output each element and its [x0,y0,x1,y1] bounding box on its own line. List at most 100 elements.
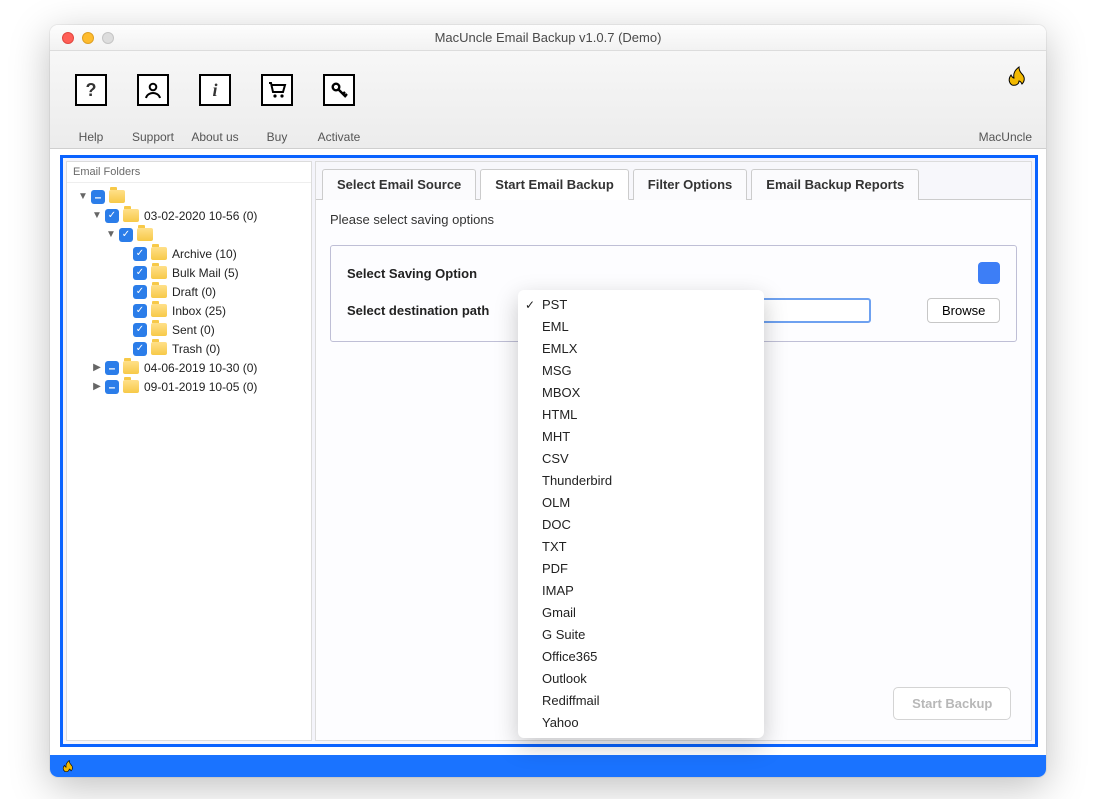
dropdown-option[interactable]: Thunderbird [518,470,764,492]
checkbox-checked-icon[interactable] [133,323,147,337]
brand-logo-small-icon [60,758,76,774]
tab-label: Email Backup Reports [766,177,904,192]
dropdown-option[interactable]: MSG [518,360,764,382]
chevron-down-icon[interactable]: ▼ [77,191,89,203]
dropdown-option[interactable]: IMAP [518,580,764,602]
tab-label: Start Email Backup [495,177,614,192]
panel-prompt: Please select saving options [330,212,1017,227]
dropdown-option[interactable]: PDF [518,558,764,580]
checkbox-checked-icon[interactable] [133,304,147,318]
tree-item-sent[interactable]: Sent (0) [69,320,311,339]
dropdown-option[interactable]: MHT [518,426,764,448]
folder-icon [151,285,167,298]
tree-item-backup3[interactable]: ▶ 09-01-2019 10-05 (0) [69,377,311,396]
tab-label: Filter Options [648,177,733,192]
checkbox-checked-icon[interactable] [133,285,147,299]
saving-option-dropdown[interactable]: PSTEMLEMLXMSGMBOXHTMLMHTCSVThunderbirdOL… [518,290,764,738]
dropdown-option[interactable]: CSV [518,448,764,470]
tree-label: Draft (0) [172,285,216,299]
toolbar-support[interactable]: Support [122,74,184,144]
tree-item-trash[interactable]: Trash (0) [69,339,311,358]
tab-label: Select Email Source [337,177,461,192]
toolbar-activate[interactable]: Activate [308,74,370,144]
tree-item-bulk[interactable]: Bulk Mail (5) [69,263,311,282]
checkbox-checked-icon[interactable] [105,209,119,223]
tree-item-backup2[interactable]: ▶ 04-06-2019 10-30 (0) [69,358,311,377]
toolbar-help[interactable]: ? Help [60,74,122,144]
collapse-icon[interactable] [105,380,119,394]
toolbar-buy[interactable]: Buy [246,74,308,144]
tab-select-source[interactable]: Select Email Source [322,169,476,200]
tab-start-backup[interactable]: Start Email Backup [480,169,629,200]
dropdown-option[interactable]: PST [518,294,764,316]
tree-label: Archive (10) [172,247,237,261]
folder-icon [151,323,167,336]
tree-item-archive[interactable]: Archive (10) [69,244,311,263]
browse-button[interactable]: Browse [927,298,1000,323]
folder-icon [151,342,167,355]
dropdown-option[interactable]: EMLX [518,338,764,360]
close-window-button[interactable] [62,32,74,44]
brand-logo-icon [1004,63,1030,89]
dropdown-option[interactable]: G Suite [518,624,764,646]
tab-filter-options[interactable]: Filter Options [633,169,748,200]
tree-label: Bulk Mail (5) [172,266,239,280]
sidebar-header: Email Folders [67,162,311,183]
folder-icon [151,266,167,279]
toolbar-buy-label: Buy [267,130,288,144]
traffic-lights [50,32,114,44]
toolbar-about-label: About us [191,130,238,144]
tree-label: Trash (0) [172,342,220,356]
tree-item-draft[interactable]: Draft (0) [69,282,311,301]
start-backup-button[interactable]: Start Backup [893,687,1011,720]
dropdown-option[interactable]: Outlook [518,668,764,690]
dropdown-option[interactable]: HTML [518,404,764,426]
dropdown-option[interactable]: EML [518,316,764,338]
chevron-down-icon[interactable]: ▼ [105,229,117,241]
cart-icon [261,74,293,106]
tree-item-backup1[interactable]: ▼ 03-02-2020 10-56 (0) [69,206,311,225]
minimize-window-button[interactable] [82,32,94,44]
tab-reports[interactable]: Email Backup Reports [751,169,919,200]
help-icon: ? [75,74,107,106]
chevron-right-icon[interactable]: ▶ [91,362,103,374]
collapse-icon[interactable] [105,361,119,375]
chevron-right-icon[interactable]: ▶ [91,381,103,393]
dropdown-option[interactable]: Gmail [518,602,764,624]
folder-icon [123,361,139,374]
window-title: MacUncle Email Backup v1.0.7 (Demo) [50,30,1046,45]
dropdown-option[interactable]: MBOX [518,382,764,404]
saving-option-label: Select Saving Option [347,266,521,281]
tree-root[interactable]: ▼ [69,187,311,206]
tree-label: Sent (0) [172,323,215,337]
checkbox-checked-icon[interactable] [133,266,147,280]
dropdown-option[interactable]: OLM [518,492,764,514]
toolbar-activate-label: Activate [318,130,361,144]
checkbox-checked-icon[interactable] [133,247,147,261]
dropdown-option[interactable]: DOC [518,514,764,536]
checkbox-checked-icon[interactable] [119,228,133,242]
folder-icon [137,228,153,241]
destination-label: Select destination path [347,303,521,318]
toolbar-support-label: Support [132,130,174,144]
row-saving-option: Select Saving Option [347,262,1000,284]
saving-option-select[interactable] [978,262,1000,284]
folder-icon [123,380,139,393]
dropdown-option[interactable]: Rediffmail [518,690,764,712]
chevron-down-icon[interactable]: ▼ [91,210,103,222]
tree-item-inbox[interactable]: Inbox (25) [69,301,311,320]
checkbox-checked-icon[interactable] [133,342,147,356]
key-icon [323,74,355,106]
titlebar: MacUncle Email Backup v1.0.7 (Demo) [50,25,1046,51]
toolbar-about[interactable]: i About us [184,74,246,144]
dropdown-option[interactable]: Yahoo [518,712,764,734]
status-bar [50,755,1046,777]
brand-label: MacUncle [979,130,1032,144]
folder-icon [151,304,167,317]
dropdown-option[interactable]: Office365 [518,646,764,668]
tree-label: Inbox (25) [172,304,226,318]
zoom-window-button[interactable] [102,32,114,44]
collapse-icon[interactable] [91,190,105,204]
tree-item-account1[interactable]: ▼ [69,225,311,244]
dropdown-option[interactable]: TXT [518,536,764,558]
